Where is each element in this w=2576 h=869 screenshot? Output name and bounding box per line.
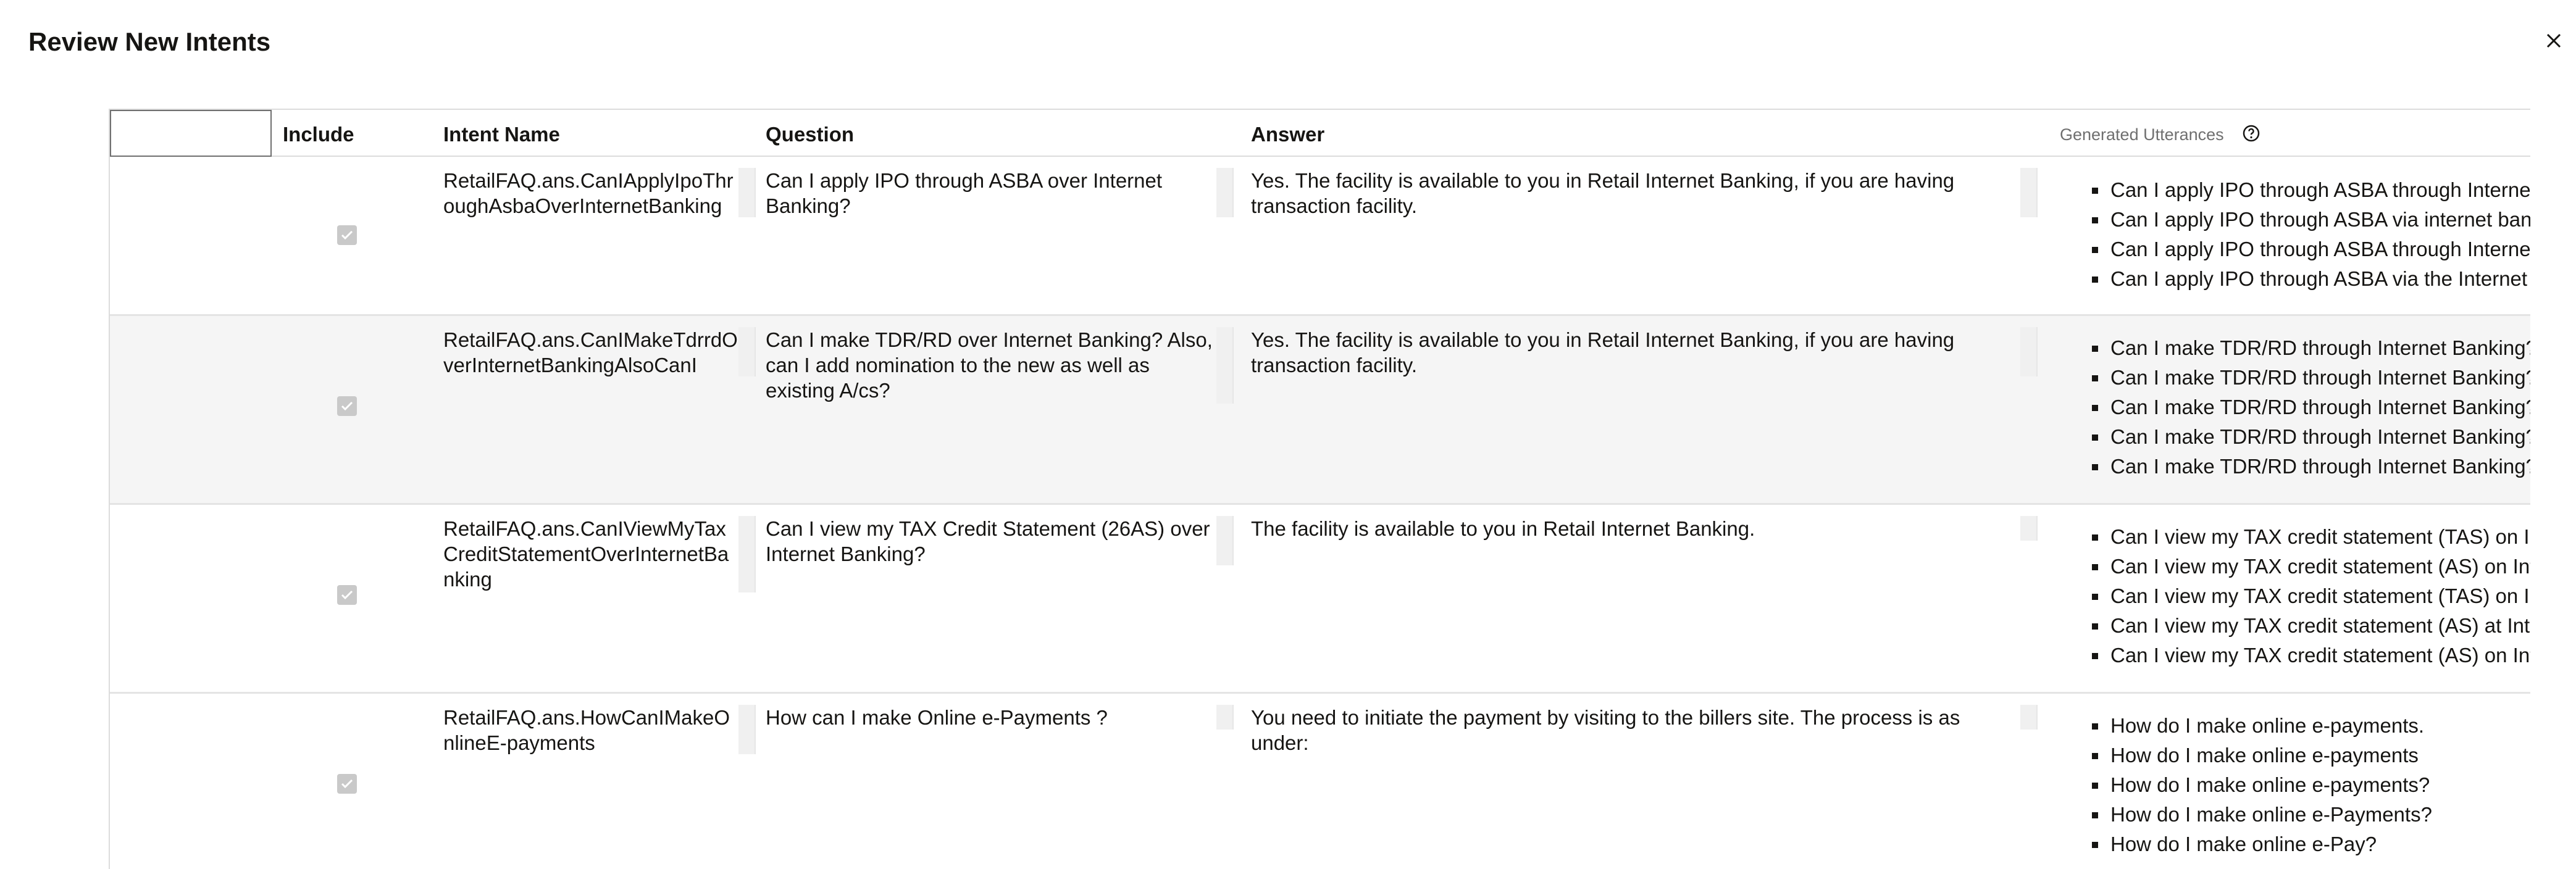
utterance-item: How do I make online e-payments? xyxy=(2086,770,2432,800)
cell-resize-handle[interactable] xyxy=(1216,168,1234,217)
column-header-intent-name[interactable]: Intent Name xyxy=(443,122,560,147)
utterance-item: Can I make TDR/RD through Internet Banki… xyxy=(2086,333,2530,363)
table-row: RetailFAQ.ans.CanIApplyIpoThroughAsbaOve… xyxy=(110,157,2530,316)
cell-resize-handle[interactable] xyxy=(1216,327,1234,404)
cell-resize-handle[interactable] xyxy=(2020,705,2038,730)
cell-resize-handle[interactable] xyxy=(738,168,756,217)
table-row: RetailFAQ.ans.CanIViewMyTaxCreditStateme… xyxy=(110,505,2530,694)
utterance-item: Can I make TDR/RD through Internet Banki… xyxy=(2086,363,2530,393)
utterance-item: Can I apply IPO through ASBA via the Int… xyxy=(2086,264,2530,294)
intent-name-cell: RetailFAQ.ans.HowCanIMakeOnlineE-payment… xyxy=(443,706,730,754)
utterance-item: Can I apply IPO through ASBA through Int… xyxy=(2086,175,2530,205)
cell-resize-handle[interactable] xyxy=(738,705,756,754)
utterance-item: Can I view my TAX credit statement (AS) … xyxy=(2086,611,2530,641)
intent-name-cell: RetailFAQ.ans.CanIMakeTdrrdOverInternetB… xyxy=(443,328,738,376)
checkmark-icon xyxy=(341,230,353,240)
include-checkbox[interactable] xyxy=(337,396,357,416)
column-header-generated-utterances[interactable]: Generated Utterances xyxy=(2060,122,2224,147)
help-icon[interactable] xyxy=(2241,123,2261,143)
checkmark-icon xyxy=(341,401,353,411)
checkmark-icon xyxy=(341,590,353,600)
utterance-item: How do I make online e-payments xyxy=(2086,741,2432,770)
utterance-item: Can I apply IPO through ASBA through Int… xyxy=(2086,235,2530,264)
answer-cell[interactable]: You need to initiate the payment by visi… xyxy=(1251,705,2017,755)
utterance-item: Can I make TDR/RD through Internet Banki… xyxy=(2086,393,2530,422)
cell-resize-handle[interactable] xyxy=(1216,516,1234,565)
answer-cell[interactable]: Yes. The facility is available to you in… xyxy=(1251,327,2017,378)
cell-resize-handle[interactable] xyxy=(2020,168,2038,217)
cell-resize-handle[interactable] xyxy=(738,327,756,376)
utterance-item: How do I make online e-payments. xyxy=(2086,711,2432,741)
checkmark-icon xyxy=(341,779,353,789)
include-checkbox[interactable] xyxy=(337,585,357,605)
utterance-list: Can I view my TAX credit statement (TAS)… xyxy=(2086,522,2530,670)
intent-name-cell: RetailFAQ.ans.CanIViewMyTaxCreditStateme… xyxy=(443,517,729,591)
answer-cell[interactable]: Yes. The facility is available to you in… xyxy=(1251,168,2017,218)
select-all-cell[interactable] xyxy=(110,110,272,157)
question-cell[interactable]: How can I make Online e-Payments ? xyxy=(766,705,1216,730)
utterance-item: Can I make TDR/RD through Internet Banki… xyxy=(2086,452,2530,481)
utterance-item: Can I view my TAX credit statement (TAS)… xyxy=(2086,581,2530,611)
include-checkbox[interactable] xyxy=(337,225,357,245)
utterance-item: Can I view my TAX credit statement (AS) … xyxy=(2086,641,2530,670)
question-cell[interactable]: Can I view my TAX Credit Statement (26AS… xyxy=(766,516,1216,567)
question-cell[interactable]: Can I apply IPO through ASBA over Intern… xyxy=(766,168,1216,218)
utterance-item: How do I make online e-Pay? xyxy=(2086,830,2432,859)
cell-resize-handle[interactable] xyxy=(2020,327,2038,376)
cell-resize-handle[interactable] xyxy=(738,516,756,592)
close-icon[interactable] xyxy=(2541,28,2566,53)
utterance-list: How do I make online e-payments. How do … xyxy=(2086,711,2432,859)
utterance-item: Can I apply IPO through ASBA via interne… xyxy=(2086,205,2530,235)
table-row: RetailFAQ.ans.CanIMakeTdrrdOverInternetB… xyxy=(110,316,2530,505)
question-cell[interactable]: Can I make TDR/RD over Internet Banking?… xyxy=(766,327,1216,403)
utterance-item: Can I view my TAX credit statement (TAS)… xyxy=(2086,522,2530,552)
intent-name-cell: RetailFAQ.ans.CanIApplyIpoThroughAsbaOve… xyxy=(443,169,734,217)
intents-table: Include Intent Name Question Answer Gene… xyxy=(109,109,2530,869)
table-header-row: Include Intent Name Question Answer Gene… xyxy=(110,109,2530,157)
utterance-item: Can I make TDR/RD through Internet Banki… xyxy=(2086,422,2530,452)
cell-resize-handle[interactable] xyxy=(1216,705,1234,730)
column-header-answer[interactable]: Answer xyxy=(1251,122,1324,147)
utterance-list: Can I apply IPO through ASBA through Int… xyxy=(2086,175,2530,294)
table-row: RetailFAQ.ans.HowCanIMakeOnlineE-payment… xyxy=(110,694,2530,869)
column-header-question[interactable]: Question xyxy=(766,122,854,147)
dialog-title: Review New Intents xyxy=(28,27,271,56)
cell-resize-handle[interactable] xyxy=(2020,516,2038,541)
utterance-item: How do I make online e-Payments? xyxy=(2086,800,2432,830)
utterance-list: Can I make TDR/RD through Internet Banki… xyxy=(2086,333,2530,481)
include-checkbox[interactable] xyxy=(337,774,357,794)
column-header-include[interactable]: Include xyxy=(283,122,354,147)
answer-cell[interactable]: The facility is available to you in Reta… xyxy=(1251,516,2017,541)
utterance-item: Can I view my TAX credit statement (AS) … xyxy=(2086,552,2530,581)
